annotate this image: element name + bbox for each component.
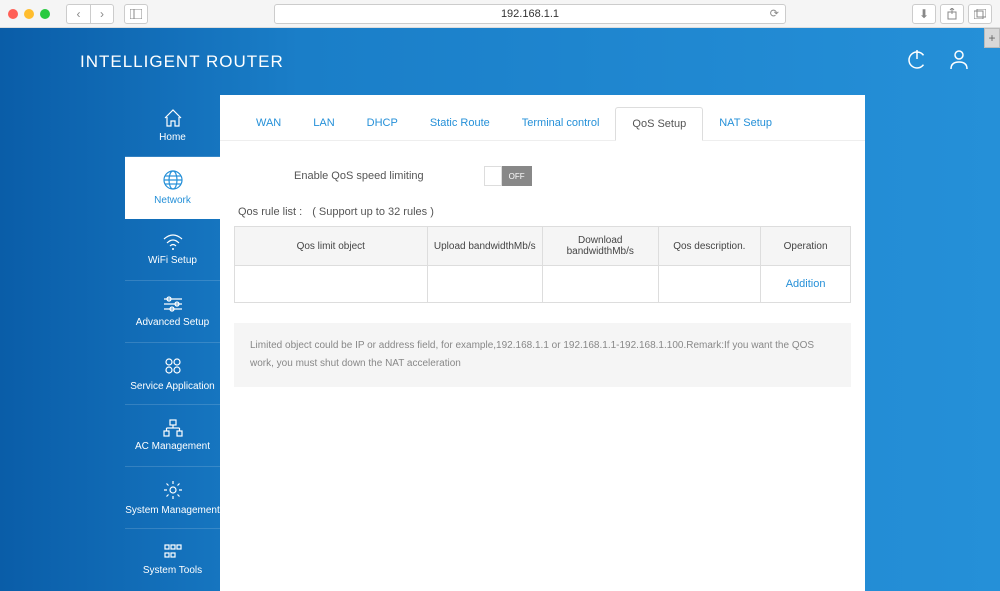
cell-operation: Addition	[761, 266, 851, 303]
tabs: WAN LAN DHCP Static Route Terminal contr…	[220, 95, 865, 141]
cell-object	[235, 266, 428, 303]
toggle-state: OFF	[502, 166, 532, 186]
window-controls	[8, 9, 50, 19]
remark-text: Limited object could be IP or address fi…	[234, 323, 851, 387]
tab-dhcp[interactable]: DHCP	[351, 107, 414, 140]
sidebar-item-system-tools[interactable]: System Tools	[125, 529, 220, 591]
col-object: Qos limit object	[235, 227, 428, 266]
sidebar-item-network[interactable]: Network	[125, 157, 220, 219]
back-button[interactable]: ‹	[66, 4, 90, 24]
sidebar-label: Network	[154, 195, 191, 207]
sidebar-label: System Tools	[143, 565, 202, 577]
sidebar-item-service[interactable]: Service Application	[125, 343, 220, 405]
chevron-left-icon: ‹	[77, 7, 81, 21]
qos-table: Qos limit object Upload bandwidthMb/s Do…	[234, 226, 851, 303]
hierarchy-icon	[162, 419, 184, 437]
qos-content: Enable QoS speed limiting OFF Qos rule l…	[220, 141, 865, 407]
sidebar-label: WiFi Setup	[148, 255, 197, 267]
maximize-window-button[interactable]	[40, 9, 50, 19]
sidebar-item-system-mgmt[interactable]: System Management	[125, 467, 220, 529]
toggle-handle	[484, 166, 502, 186]
apps-icon	[162, 355, 184, 377]
tab-nat-setup[interactable]: NAT Setup	[703, 107, 788, 140]
sidebar-item-advanced[interactable]: Advanced Setup	[125, 281, 220, 343]
power-icon	[906, 48, 928, 70]
forward-button[interactable]: ›	[90, 4, 114, 24]
tabs-icon	[974, 9, 986, 19]
tabs-button[interactable]	[968, 4, 992, 24]
col-upload: Upload bandwidthMb/s	[427, 227, 543, 266]
download-icon: ⬇	[919, 7, 929, 21]
addition-link[interactable]: Addition	[786, 278, 826, 290]
tools-icon	[162, 543, 184, 561]
downloads-button[interactable]: ⬇	[912, 4, 936, 24]
sliders-icon	[162, 295, 184, 313]
app-header: INTELLIGENT ROUTER	[0, 28, 1000, 95]
sidebar-label: Advanced Setup	[136, 317, 209, 329]
enable-qos-label: Enable QoS speed limiting	[294, 170, 424, 182]
wifi-icon	[162, 233, 184, 251]
gear-icon	[162, 479, 184, 501]
browser-chrome: ‹ › 192.168.1.1 ⟳ ⬇	[0, 0, 1000, 28]
rule-list-note: ( Support up to 32 rules )	[312, 206, 434, 218]
chevron-right-icon: ›	[100, 7, 104, 21]
sidebar-label: AC Management	[135, 441, 210, 453]
cell-description	[658, 266, 761, 303]
close-window-button[interactable]	[8, 9, 18, 19]
url-bar[interactable]: 192.168.1.1 ⟳	[274, 4, 786, 24]
sidebar-item-wifi[interactable]: WiFi Setup	[125, 219, 220, 281]
panel-icon	[130, 9, 142, 19]
qos-toggle[interactable]: OFF	[484, 166, 532, 186]
tab-static-route[interactable]: Static Route	[414, 107, 506, 140]
url-text: 192.168.1.1	[501, 8, 559, 20]
tab-lan[interactable]: LAN	[297, 107, 350, 140]
share-icon	[947, 8, 957, 20]
table-header-row: Qos limit object Upload bandwidthMb/s Do…	[235, 227, 851, 266]
cell-download	[543, 266, 659, 303]
globe-icon	[162, 169, 184, 191]
tab-wan[interactable]: WAN	[240, 107, 297, 140]
app-title: INTELLIGENT ROUTER	[80, 52, 284, 72]
main-layout: Home Network WiFi Setup Advanced Setup	[0, 95, 1000, 591]
share-button[interactable]	[940, 4, 964, 24]
rule-list-header: Qos rule list : ( Support up to 32 rules…	[238, 206, 847, 218]
sidebar: Home Network WiFi Setup Advanced Setup	[125, 95, 220, 591]
home-icon	[162, 108, 184, 128]
minimize-window-button[interactable]	[24, 9, 34, 19]
power-button[interactable]	[906, 48, 928, 75]
col-description: Qos description.	[658, 227, 761, 266]
sidebar-item-home[interactable]: Home	[125, 95, 220, 157]
user-button[interactable]	[948, 48, 970, 75]
sidebar-label: Service Application	[130, 381, 215, 393]
rule-list-label: Qos rule list :	[238, 206, 302, 218]
cell-upload	[427, 266, 543, 303]
router-app: INTELLIGENT ROUTER Home Networ	[0, 28, 1000, 591]
tab-terminal-control[interactable]: Terminal control	[506, 107, 616, 140]
sidebar-item-ac[interactable]: AC Management	[125, 405, 220, 467]
sidebar-label: Home	[159, 132, 186, 144]
sidebar-label: System Management	[125, 505, 220, 517]
enable-qos-row: Enable QoS speed limiting OFF	[234, 161, 851, 206]
plus-icon: +	[988, 31, 995, 45]
user-icon	[948, 48, 970, 70]
tab-qos-setup[interactable]: QoS Setup	[615, 107, 703, 141]
table-row: Addition	[235, 266, 851, 303]
col-operation: Operation	[761, 227, 851, 266]
new-tab-button[interactable]: +	[984, 28, 1000, 48]
refresh-icon[interactable]: ⟳	[770, 7, 779, 20]
sidebar-toggle-button[interactable]	[124, 4, 148, 24]
col-download: Download bandwidthMb/s	[543, 227, 659, 266]
content-panel: WAN LAN DHCP Static Route Terminal contr…	[220, 95, 865, 591]
